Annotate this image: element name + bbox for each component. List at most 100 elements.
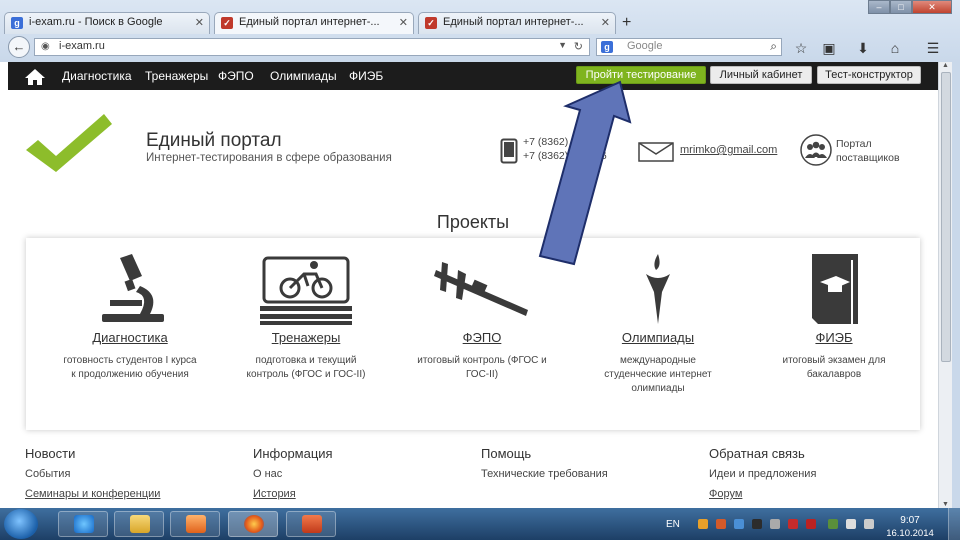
tray-app-icon[interactable] [828,519,838,529]
media-taskbar-button[interactable] [170,511,220,537]
footer-link[interactable]: История [253,488,296,500]
menu-icon[interactable]: ☰ [924,40,942,57]
footer-link[interactable]: О нас [253,468,282,480]
project-fieb[interactable]: ФИЭБ итоговый экзамен для бакалавров [746,238,922,430]
tray-app-icon[interactable] [734,519,744,529]
vertical-scrollbar[interactable]: ▲ ▼ [938,62,953,508]
project-description: подготовка и текущий контроль (ФГОС и ГО… [246,355,366,380]
close-tab-icon[interactable]: ✕ [399,16,408,29]
tray-app-icon[interactable] [770,519,780,529]
powerpoint-icon [302,515,322,533]
cyclist-icon [260,256,352,325]
project-fepo[interactable]: ФЭПО итоговый контроль (ФГОС и ГОС-II) [394,238,570,430]
downloads-icon[interactable]: ⬇ [854,40,872,57]
show-desktop-button[interactable] [948,508,960,540]
checkmark-logo-icon[interactable] [24,110,114,176]
phone-number-2: +7 (8362) 6...4-66 [523,150,607,162]
magnifier-icon[interactable]: ⌕ [770,39,777,54]
tab-portal-active[interactable]: ✓ Единый портал интернет-... ✕ [214,12,414,34]
site-identity-icon: ◉ [41,41,50,52]
footer-link[interactable]: Семинары и конференции [25,488,160,500]
footer-link[interactable]: Идеи и предложения [709,468,816,480]
test-constructor-button[interactable]: Тест-конструктор [817,66,921,84]
suppliers-line-2[interactable]: поставщиков [836,152,900,164]
site-navbar: Диагностика Тренажеры ФЭПО Олимпиады ФИЭ… [8,62,938,90]
project-trenazhery[interactable]: Тренажеры подготовка и текущий контроль … [218,238,394,430]
footer-heading: Новости [25,446,76,461]
phone-number-1: +7 (8362) 6...-00 [523,136,601,148]
footer-feedback: Обратная связь Идеи и предложения Форум [709,446,929,500]
back-button[interactable]: ← [8,36,30,58]
tab-portal[interactable]: ✓ Единый портал интернет-... ✕ [418,12,616,34]
clock-date[interactable]: 16.10.2014 [880,528,940,539]
url-dropdown-icon[interactable]: ▼ [558,40,567,50]
nav-fieb[interactable]: ФИЭБ [349,69,383,83]
page-content: Единый портал Интернет-тестирования в сф… [8,90,938,508]
scroll-down-icon[interactable]: ▼ [942,501,949,508]
project-name[interactable]: Диагностика [42,330,218,345]
personal-cabinet-button[interactable]: Личный кабинет [710,66,812,84]
new-tab-button[interactable]: + [622,14,631,32]
portal-favicon-icon: ✓ [425,17,437,29]
language-indicator[interactable]: EN [666,519,680,530]
url-bar[interactable]: ◉ i-exam.ru ▼ ↻ [34,38,590,56]
nav-fepo[interactable]: ФЭПО [218,69,254,83]
reload-icon[interactable]: ↻ [574,40,583,53]
tab-google-search[interactable]: g i-exam.ru - Поиск в Google ✕ [4,12,210,34]
email-link[interactable]: mrimko@gmail.com [680,144,777,156]
footer-link[interactable]: События [25,468,70,480]
footer-help: Помощь Технические требования [481,446,701,480]
projects-heading: Проекты [436,212,510,232]
tray-app-icon[interactable] [788,519,798,529]
windows-taskbar: EN 9:07 16.10.2014 [0,508,960,540]
suppliers-portal-icon[interactable] [800,134,832,166]
bookmark-star-icon[interactable]: ☆ [792,40,810,57]
scrollbar-thumb[interactable] [941,72,951,362]
powerpoint-taskbar-button[interactable] [286,511,336,537]
firefox-taskbar-button[interactable] [228,511,278,537]
projects-panel: Диагностика готовность студентов I курса… [26,238,920,430]
close-tab-icon[interactable]: ✕ [601,16,610,29]
home-button-icon[interactable]: ⌂ [886,40,904,56]
tab-title: Единый портал интернет-... [443,16,584,28]
windows-start-icon[interactable] [4,509,38,539]
start-test-button[interactable]: Пройти тестирование [576,66,706,84]
project-description: итоговый контроль (ФГОС и ГОС-II) [417,355,547,380]
tray-app-icon[interactable] [806,519,816,529]
url-text: i-exam.ru [59,40,105,52]
bookmarks-list-icon[interactable]: ▣ [820,40,838,57]
project-name[interactable]: Олимпиады [570,330,746,345]
project-name[interactable]: Тренажеры [218,330,394,345]
explorer-taskbar-button[interactable] [114,511,164,537]
home-icon[interactable] [24,68,46,86]
project-name[interactable]: ФИЭБ [746,330,922,345]
microscope-icon [102,254,164,322]
browser-chrome: – □ ✕ g i-exam.ru - Поиск в Google ✕ ✓ Е… [0,0,960,62]
footer-heading: Помощь [481,446,532,461]
footer-link[interactable]: Технические требования [481,468,608,480]
project-diagnostika[interactable]: Диагностика готовность студентов I курса… [42,238,218,430]
tray-app-icon[interactable] [698,519,708,529]
nav-olimpiady[interactable]: Олимпиады [270,69,337,83]
portal-subtitle: Интернет-тестирования в сфере образовани… [146,152,392,164]
project-name[interactable]: ФЭПО [394,330,570,345]
footer-link[interactable]: Форум [709,488,742,500]
tab-title: Единый портал интернет-... [239,16,380,28]
volume-icon[interactable] [864,519,874,529]
suppliers-line-1[interactable]: Портал [836,138,872,150]
network-icon[interactable] [846,519,856,529]
close-tab-icon[interactable]: ✕ [195,16,204,29]
footer-heading: Информация [253,446,333,461]
footer-heading: Обратная связь [709,446,805,461]
nav-trenazhery[interactable]: Тренажеры [145,69,208,83]
nav-diagnostika[interactable]: Диагностика [62,69,132,83]
search-bar[interactable]: g Google ⌕ [596,38,782,56]
project-olimpiady[interactable]: Олимпиады международные студенческие инт… [570,238,746,430]
tray-app-icon[interactable] [752,519,762,529]
tray-app-icon[interactable] [716,519,726,529]
scroll-up-icon[interactable]: ▲ [942,62,949,69]
tab-title: i-exam.ru - Поиск в Google [29,16,163,28]
ie-taskbar-button[interactable] [58,511,108,537]
mail-icon [638,142,674,162]
clock-time[interactable]: 9:07 [880,515,940,526]
